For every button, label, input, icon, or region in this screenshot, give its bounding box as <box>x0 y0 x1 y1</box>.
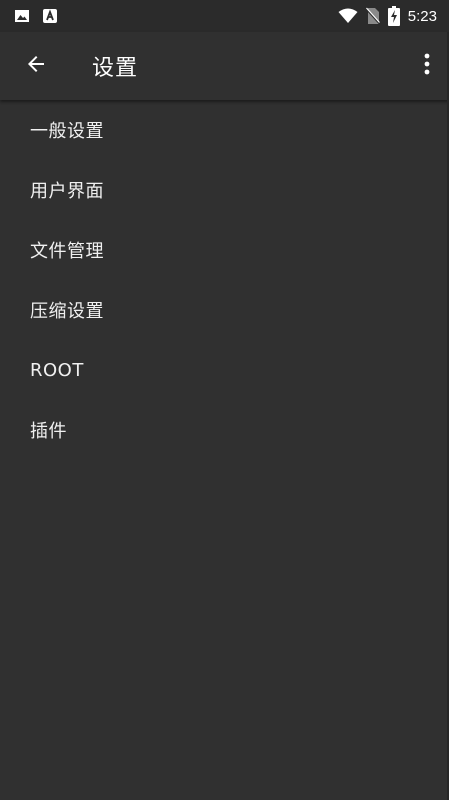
settings-screen: 5:23 设置 一般设置 用户界面 文件管理 压缩设置 ROOT 插件 <box>0 0 449 800</box>
status-notifications <box>14 8 70 24</box>
settings-item-label: 插件 <box>30 421 67 442</box>
settings-list: 一般设置 用户界面 文件管理 压缩设置 ROOT 插件 <box>0 100 449 460</box>
page-title: 设置 <box>92 56 139 81</box>
status-bar: 5:23 <box>0 0 449 32</box>
settings-item-file-management[interactable]: 文件管理 <box>0 220 449 280</box>
app-a-icon <box>42 8 58 24</box>
arrow-back-icon <box>24 52 48 80</box>
settings-item-plugins[interactable]: 插件 <box>0 400 449 460</box>
settings-item-general[interactable]: 一般设置 <box>0 100 449 160</box>
no-sim-icon <box>365 7 380 25</box>
app-bar: 设置 <box>0 32 449 100</box>
settings-item-label: 一般设置 <box>30 121 104 142</box>
image-icon <box>14 8 30 24</box>
status-system: 5:23 <box>330 6 437 26</box>
settings-item-label: 用户界面 <box>30 181 104 202</box>
status-time: 5:23 <box>407 7 437 25</box>
settings-item-root[interactable]: ROOT <box>0 340 449 400</box>
overflow-menu-button[interactable] <box>415 38 439 94</box>
settings-item-label: ROOT <box>30 359 84 381</box>
back-button[interactable] <box>8 38 64 94</box>
more-vert-icon <box>424 53 430 79</box>
wifi-icon <box>338 8 358 24</box>
settings-item-label: 文件管理 <box>30 241 104 262</box>
settings-item-user-interface[interactable]: 用户界面 <box>0 160 449 220</box>
settings-item-label: 压缩设置 <box>30 301 104 322</box>
battery-charging-icon <box>387 6 400 26</box>
settings-item-compression[interactable]: 压缩设置 <box>0 280 449 340</box>
